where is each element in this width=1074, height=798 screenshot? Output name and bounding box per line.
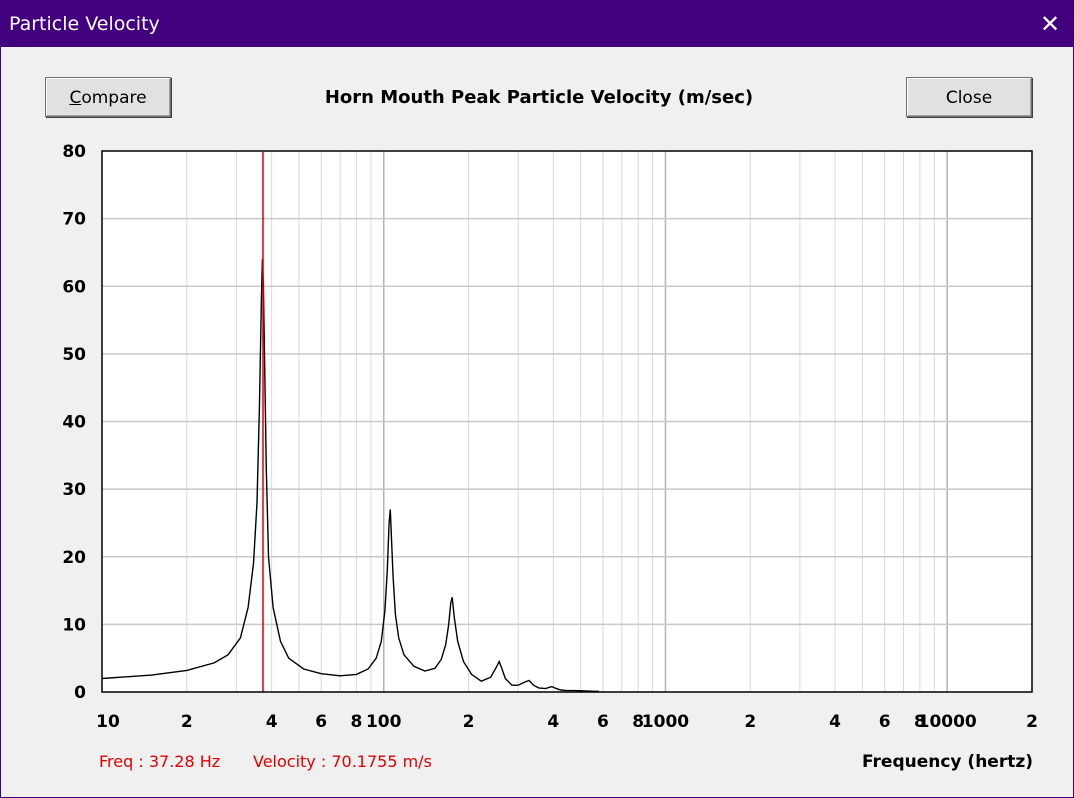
x-tick-label: 6 bbox=[315, 712, 327, 732]
x-tick-label: 2 bbox=[1026, 712, 1038, 732]
x-tick-label: 2 bbox=[463, 712, 475, 732]
x-tick-label: 8 bbox=[351, 712, 363, 732]
y-tick-label: 70 bbox=[62, 210, 86, 230]
x-tick-label: 2 bbox=[181, 712, 193, 732]
x-tick-label: 100 bbox=[366, 712, 402, 732]
x-tick-label: 4 bbox=[829, 712, 841, 732]
x-tick-label: 10000 bbox=[918, 712, 977, 732]
x-tick-label: 6 bbox=[879, 712, 891, 732]
cursor-frequency-readout: Freq : 37.28 Hz bbox=[99, 752, 221, 771]
cursor-velocity-readout: Velocity : 70.1755 m/s bbox=[253, 752, 432, 771]
y-tick-label: 80 bbox=[62, 142, 86, 162]
x-tick-label: 4 bbox=[547, 712, 559, 732]
y-tick-label: 50 bbox=[62, 345, 86, 365]
x-tick-label: 6 bbox=[597, 712, 609, 732]
y-tick-label: 60 bbox=[62, 277, 86, 297]
velocity-chart[interactable]: 01020304050607080 10 2 4 6 8 100 2 4 6 81000 2 4 6 81… bbox=[1, 1, 1073, 797]
y-tick-label: 20 bbox=[62, 548, 86, 568]
particle-velocity-window: Particle Velocity ✕ Compare Close Horn M… bbox=[0, 0, 1074, 798]
y-tick-label: 40 bbox=[62, 413, 86, 433]
x-axis-label: Frequency (hertz) bbox=[862, 752, 1033, 772]
x-tick-label: 1000 bbox=[642, 712, 689, 732]
y-tick-label: 10 bbox=[62, 615, 86, 635]
x-tick-label: 10 bbox=[96, 712, 120, 732]
y-tick-label: 30 bbox=[62, 480, 86, 500]
x-tick-label: 4 bbox=[266, 712, 278, 732]
y-tick-label: 0 bbox=[74, 683, 86, 703]
x-tick-label: 2 bbox=[744, 712, 756, 732]
